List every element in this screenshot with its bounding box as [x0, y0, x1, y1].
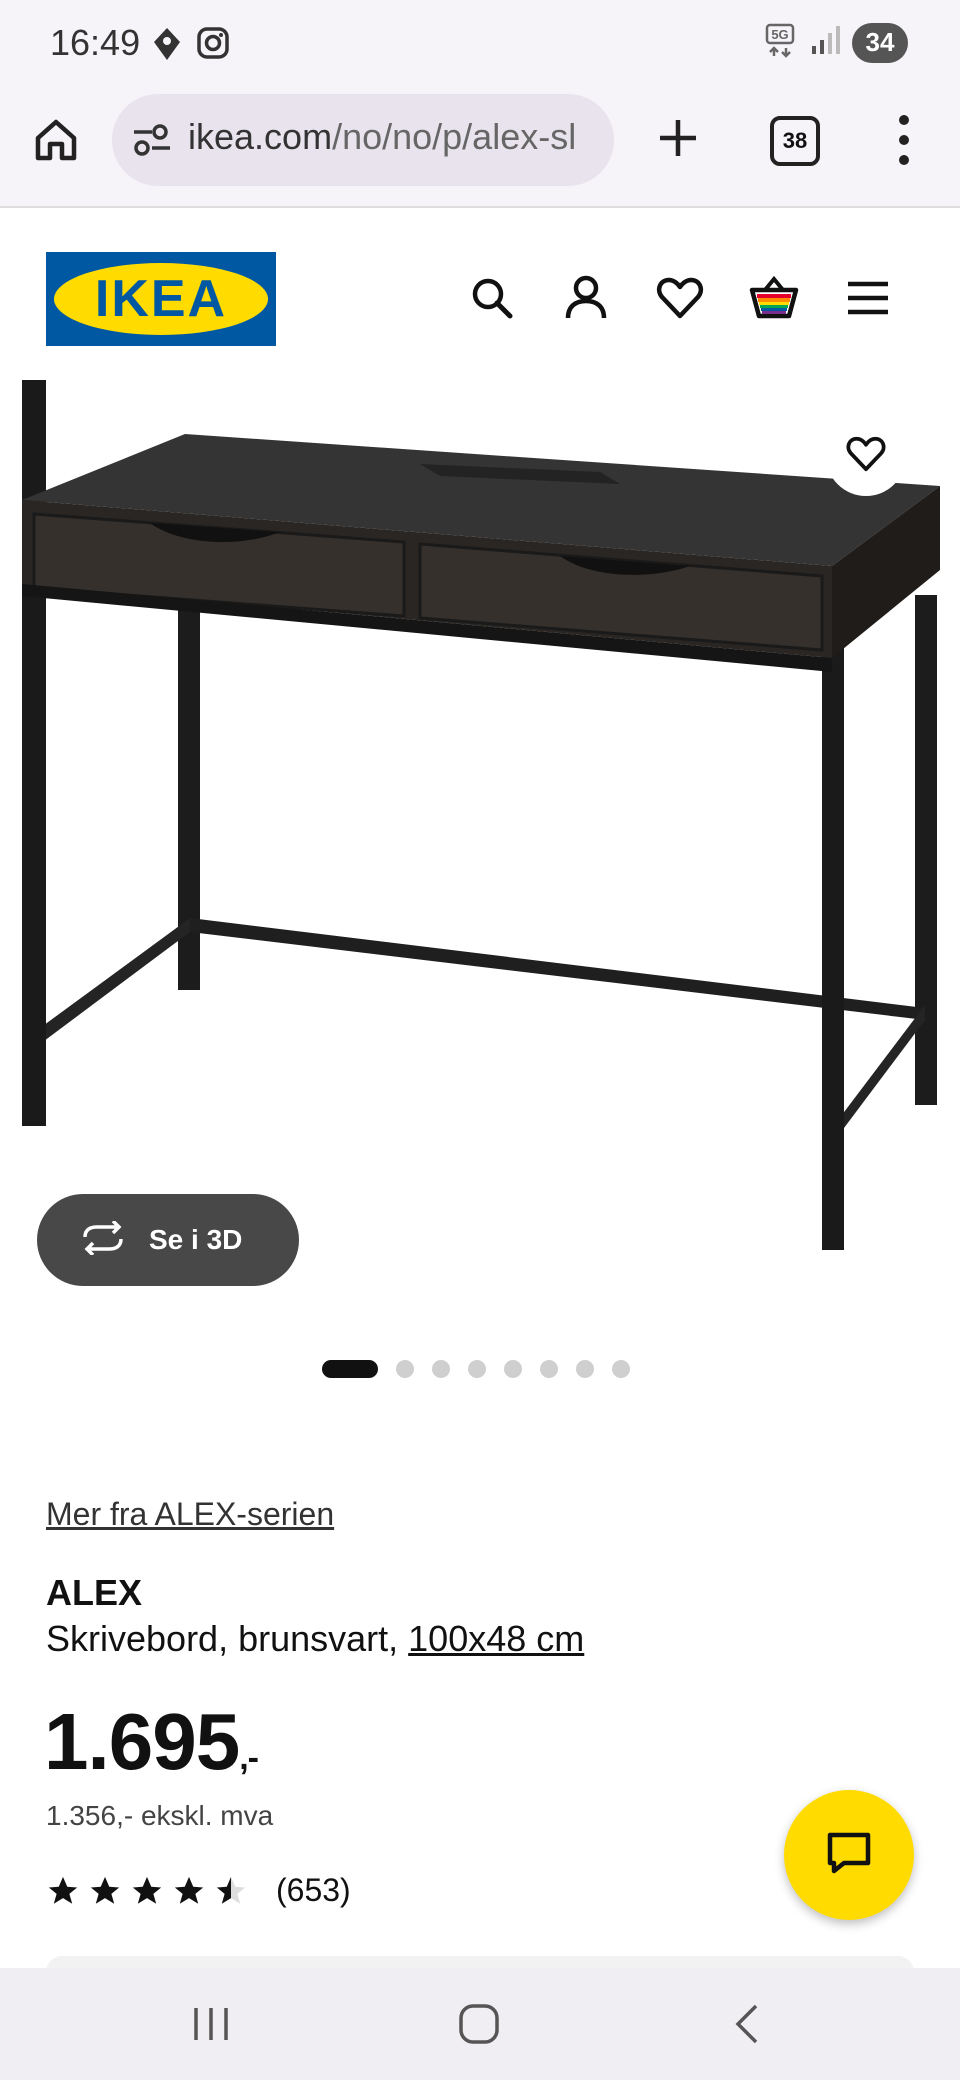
back-icon[interactable] — [730, 2002, 766, 2051]
site-settings-icon[interactable] — [132, 124, 172, 161]
gallery-dot[interactable] — [540, 1360, 558, 1378]
gallery-dot[interactable] — [504, 1360, 522, 1378]
url-path: /no/no/p/alex-sl — [332, 116, 577, 157]
home-icon[interactable] — [30, 114, 82, 166]
price-excl-vat: 1.356,- ekskl. mva — [46, 1800, 274, 1831]
instagram-icon — [196, 26, 230, 67]
gallery-dot[interactable] — [322, 1360, 378, 1378]
product-description: Skrivebord, brunsvart, 100x48 cm — [46, 1618, 584, 1660]
address-bar[interactable]: ikea.com/no/no/p/alex-sl — [112, 94, 614, 186]
heart-icon — [844, 432, 888, 481]
star-icon — [90, 1876, 120, 1904]
review-count: (653) — [276, 1872, 351, 1908]
price-main: 1.695 — [44, 1697, 240, 1786]
url-text: ikea.com/no/no/p/alex-sl — [188, 116, 576, 158]
see-in-3d-label: Se i 3D — [149, 1224, 243, 1255]
rotate-3d-icon — [79, 1219, 127, 1260]
browser-toolbar: ikea.com/no/no/p/alex-sl 38 — [0, 92, 960, 208]
new-tab-icon[interactable] — [652, 112, 704, 164]
product-rating[interactable]: (653) — [46, 1872, 351, 1909]
star-icon — [174, 1876, 204, 1904]
svg-text:5G: 5G — [771, 27, 788, 42]
cart-icon[interactable] — [748, 272, 800, 324]
recent-apps-icon[interactable] — [190, 2002, 232, 2051]
gallery-dot[interactable] — [468, 1360, 486, 1378]
wifi-5g-icon: 5G — [764, 22, 798, 63]
product-name: ALEX — [46, 1572, 143, 1613]
status-bar: 16:49 5G 34 — [0, 0, 960, 92]
see-in-3d-button[interactable]: Se i 3D — [37, 1194, 299, 1286]
location-icon — [152, 26, 182, 67]
star-icon — [48, 1876, 78, 1904]
product-price: 1.695,- — [44, 1696, 259, 1788]
battery-indicator: 34 — [852, 22, 908, 63]
gallery-dot[interactable] — [576, 1360, 594, 1378]
product-image[interactable] — [0, 380, 960, 1300]
star-icon — [132, 1876, 162, 1904]
search-icon[interactable] — [466, 272, 518, 324]
ikea-logo[interactable]: IKEA — [46, 252, 276, 346]
series-link[interactable]: Mer fra ALEX-serien — [46, 1496, 334, 1533]
price-suffix: ,- — [239, 1739, 259, 1777]
more-options-icon[interactable] — [884, 110, 924, 170]
system-nav-bar — [0, 1968, 960, 2080]
chat-icon — [824, 1829, 874, 1882]
account-icon[interactable] — [560, 272, 612, 324]
url-host: ikea.com — [188, 116, 333, 157]
gallery-dot[interactable] — [432, 1360, 450, 1378]
chat-button[interactable] — [784, 1790, 914, 1920]
status-time: 16:49 — [50, 22, 141, 63]
tab-switcher-button[interactable]: 38 — [770, 116, 820, 166]
rating-stars — [46, 1874, 248, 1908]
menu-icon[interactable] — [842, 272, 894, 324]
gallery-pagination — [322, 1360, 630, 1378]
home-nav-icon[interactable] — [456, 2002, 502, 2051]
half-star-icon — [216, 1876, 246, 1904]
signal-icon — [810, 24, 840, 61]
size-link[interactable]: 100x48 cm — [408, 1618, 584, 1659]
wishlist-icon[interactable] — [654, 272, 706, 324]
gallery-dot[interactable] — [396, 1360, 414, 1378]
product-description-text: Skrivebord, brunsvart, — [46, 1618, 409, 1659]
gallery-dot[interactable] — [612, 1360, 630, 1378]
add-to-favorites-button[interactable] — [826, 416, 906, 496]
